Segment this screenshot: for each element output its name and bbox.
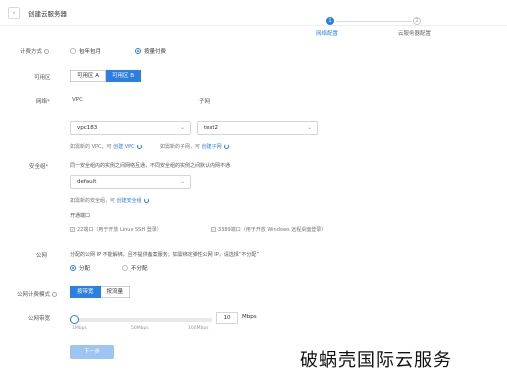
required-mark: *: [47, 99, 50, 105]
vpc-select[interactable]: vpc183 ⌄: [70, 121, 191, 135]
subnet-column-header: 子网: [199, 99, 211, 105]
public-ip-description: 分配的公网 IP 不能解绑，且不提供备案服务；如需绑定弹性公网 IP，请选择“不…: [70, 252, 259, 258]
chevron-down-icon: ⌄: [179, 124, 185, 131]
zone-option-b[interactable]: 可用区 B: [106, 70, 142, 82]
port-22-checkbox[interactable]: ✓ 22端口（用于开放 Linux SSH 登录）: [70, 226, 162, 233]
bandwidth-billing-label: 公网计费模式: [17, 290, 58, 298]
checkbox-checked-icon: ✓: [211, 227, 216, 232]
slider-handle[interactable]: [70, 315, 79, 324]
security-group-label: 安全组*: [29, 164, 49, 170]
info-icon: [52, 292, 58, 297]
port-3389-checkbox[interactable]: ✓ 3389端口（用于开放 Windows 远程桌面登录）: [211, 226, 326, 233]
subnet-select[interactable]: test2 ⌄: [197, 121, 318, 135]
security-group-select-value: default: [77, 179, 97, 185]
slider-tick-label: 50Mbps: [131, 326, 149, 331]
radio-checked-icon: [70, 265, 76, 271]
vpc-select-value: vpc183: [77, 125, 98, 131]
next-button[interactable]: 下一步: [70, 345, 114, 359]
checkbox-checked-icon: ✓: [70, 227, 75, 232]
billing-option-monthly[interactable]: 包年包月: [70, 47, 101, 55]
chevron-down-icon: ⌄: [306, 124, 312, 131]
public-ip-option-assign[interactable]: 分配: [70, 264, 90, 272]
zone-selector: 可用区 A 可用区 B: [70, 70, 142, 82]
billing-by-traffic-option[interactable]: 按流量: [100, 286, 131, 298]
step-1-circle: 1: [326, 17, 334, 25]
create-security-group-link[interactable]: 创建安全组: [117, 198, 142, 204]
billing-label: 计费方式: [20, 47, 50, 55]
network-label: 网络*: [36, 99, 50, 105]
security-group-hint: 如需新的安全组，可 创建安全组: [70, 197, 150, 204]
refresh-icon[interactable]: [137, 144, 143, 149]
radio-icon: [70, 48, 76, 54]
public-ip-option-none[interactable]: 不分配: [122, 264, 148, 272]
refresh-icon[interactable]: [224, 144, 230, 149]
open-ports-label: 开通端口: [70, 213, 91, 219]
vpc-hint: 如需新的 VPC，可 创建 VPC: [70, 143, 143, 150]
billing-by-bandwidth-option[interactable]: 按带宽: [70, 286, 101, 298]
bandwidth-billing-selector: 按带宽 按流量: [70, 286, 131, 298]
bandwidth-input[interactable]: 10: [216, 312, 238, 324]
bandwidth-label: 公网带宽: [28, 316, 51, 322]
billing-option-payg[interactable]: 按量付费: [135, 47, 166, 55]
refresh-icon[interactable]: [144, 198, 150, 203]
zone-option-a[interactable]: 可用区 A: [70, 70, 107, 82]
page-title: 创建云服务器: [28, 10, 67, 18]
step-2-label: 云服务器配置: [398, 31, 432, 37]
chevron-down-icon: ⌄: [179, 178, 185, 185]
bandwidth-unit: Mbps: [242, 314, 257, 320]
security-group-select[interactable]: default ⌄: [70, 175, 191, 189]
subnet-hint: 如需新的子网，可 创建子网: [160, 143, 230, 150]
watermark: 破蜗壳国际云服务: [300, 350, 452, 371]
bandwidth-slider[interactable]: [70, 315, 212, 324]
slider-tick-label: 100Mbps: [188, 326, 209, 331]
create-vpc-link[interactable]: 创建 VPC: [113, 144, 135, 150]
step-connector: [336, 21, 412, 22]
subnet-select-value: test2: [204, 125, 219, 131]
step-indicator: 1 2 网络配置 云服务器配置: [308, 17, 438, 41]
radio-checked-icon: [135, 48, 141, 54]
vpc-column-header: VPC: [72, 97, 83, 103]
create-subnet-link[interactable]: 创建子网: [202, 144, 222, 150]
public-ip-label: 公网: [36, 253, 48, 259]
slider-tick-label: 1Mbps: [72, 326, 87, 331]
info-icon: [44, 49, 50, 54]
security-group-description: 同一安全组内的实例之间网络互通，不同安全组的实例之间默认内网不通: [70, 163, 231, 169]
radio-icon: [122, 265, 128, 271]
step-2-circle: 2: [413, 17, 421, 25]
zone-label: 可用区: [34, 75, 51, 81]
back-button[interactable]: ‹: [8, 7, 20, 19]
step-1-label: 网络配置: [316, 31, 339, 37]
required-mark: *: [45, 164, 49, 170]
